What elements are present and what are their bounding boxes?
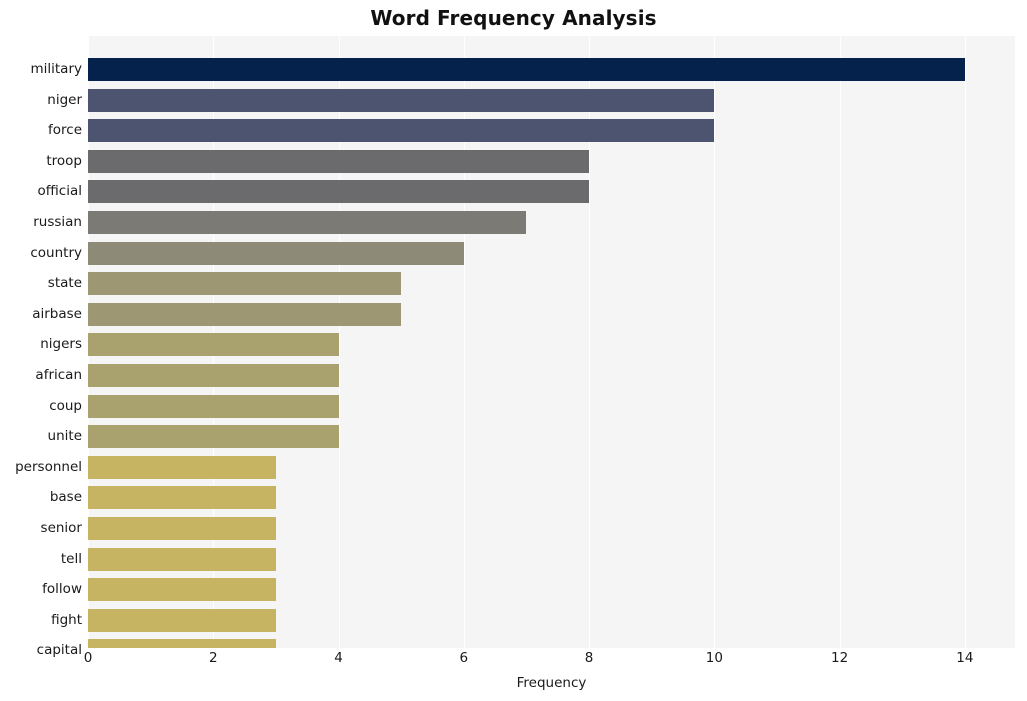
bar-fill	[88, 425, 339, 449]
bar-fill	[88, 364, 339, 387]
bar[interactable]	[88, 241, 464, 265]
bar-fill	[88, 180, 590, 204]
bar[interactable]	[88, 180, 590, 204]
bar-fill	[88, 578, 276, 602]
y-axis-labels: military niger force troop official russian co…	[0, 36, 82, 658]
y-axis-label-troop: troop	[46, 152, 82, 169]
bar-fill	[88, 333, 339, 357]
y-axis-label-force: force	[48, 122, 82, 139]
bar-fill	[88, 272, 402, 296]
x-axis-tick-14: 14	[956, 650, 974, 666]
bar[interactable]	[88, 578, 276, 602]
bar-fill	[88, 149, 590, 173]
y-axis-label-senior: senior	[40, 520, 82, 536]
y-axis-label-nigers: nigers	[40, 336, 82, 353]
y-axis-label-state: state	[47, 275, 82, 292]
x-axis-tick-0: 0	[83, 650, 93, 666]
y-axis-label-tell: tell	[60, 550, 82, 567]
bar[interactable]	[88, 302, 402, 326]
x-axis-tick-4: 4	[334, 650, 343, 666]
bars-container	[88, 36, 1015, 648]
y-axis-label-official: official	[37, 183, 82, 200]
y-axis-label-military: military	[30, 61, 82, 77]
chart-title: Word Frequency Analysis	[370, 6, 657, 30]
bar-fill	[88, 608, 276, 632]
bar[interactable]	[88, 455, 276, 479]
bar[interactable]	[88, 272, 402, 296]
y-axis-label-fight: fight	[51, 611, 82, 628]
x-axis-title: Frequency	[516, 675, 587, 691]
bar[interactable]	[88, 608, 276, 632]
plot-area	[88, 36, 1015, 648]
y-axis-label-airbase: airbase	[32, 305, 82, 322]
y-axis-label-african: african	[35, 367, 82, 383]
bar[interactable]	[88, 88, 715, 112]
y-axis-label-country: country	[30, 244, 82, 261]
y-axis-label-russian: russian	[33, 214, 82, 230]
y-axis-label-base: base	[49, 489, 82, 506]
bar-fill	[88, 211, 527, 234]
bar[interactable]	[88, 425, 339, 449]
x-axis-tick-10: 10	[705, 650, 723, 666]
bar-fill	[88, 88, 715, 112]
bar-fill	[88, 455, 276, 479]
y-axis-label-coup: coup	[49, 397, 82, 414]
bar[interactable]	[88, 58, 965, 81]
bar[interactable]	[88, 486, 276, 510]
bar-fill	[88, 639, 276, 648]
bar[interactable]	[88, 517, 276, 540]
bar[interactable]	[88, 547, 276, 571]
y-axis-label-niger: niger	[47, 91, 82, 108]
y-axis-label-unite: unite	[47, 428, 82, 445]
chart-figure: Word Frequency Analysis military niger for…	[0, 0, 1027, 701]
bar-fill	[88, 302, 402, 326]
x-axis-tick-labels: 0 2 4 6 8 10 12 14	[0, 650, 1027, 674]
x-axis-tick-12: 12	[831, 650, 849, 666]
x-axis-tick-2: 2	[208, 650, 218, 666]
bar[interactable]	[88, 639, 276, 648]
x-axis-tick-6: 6	[459, 650, 469, 666]
bar-fill	[88, 58, 965, 81]
bar[interactable]	[88, 394, 339, 418]
x-axis-tick-8: 8	[584, 650, 594, 666]
y-axis-label-follow: follow	[42, 581, 82, 598]
bar[interactable]	[88, 211, 527, 234]
bar-fill	[88, 241, 464, 265]
bar-fill	[88, 517, 276, 540]
y-axis-label-personnel: personnel	[15, 458, 82, 475]
bar-fill	[88, 486, 276, 510]
bar-fill	[88, 547, 276, 571]
bar-fill	[88, 119, 715, 143]
bar[interactable]	[88, 364, 339, 387]
bar[interactable]	[88, 119, 715, 143]
bar[interactable]	[88, 149, 590, 173]
bar-fill	[88, 394, 339, 418]
bar[interactable]	[88, 333, 339, 357]
